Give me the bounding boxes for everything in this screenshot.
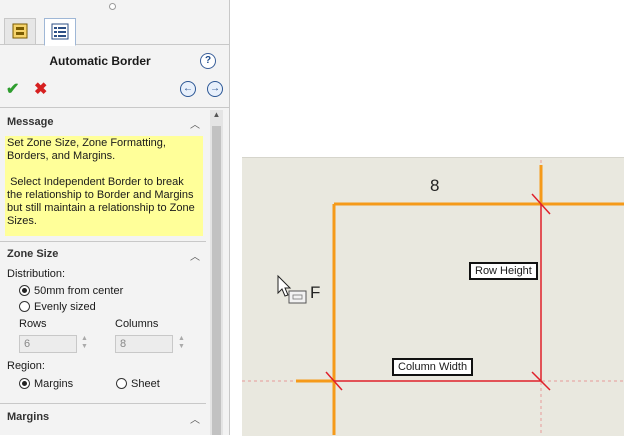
close-icon[interactable]: ✖	[34, 79, 47, 99]
region-option-label: Sheet	[131, 378, 160, 390]
message-heading: Message	[7, 116, 54, 128]
radio-margins[interactable]	[19, 378, 30, 389]
chevron-up-icon[interactable]: ︿	[190, 248, 200, 263]
radio-50mm-from-center[interactable]	[19, 285, 30, 296]
divider	[0, 403, 206, 404]
property-list-icon	[51, 23, 69, 40]
column-width-tag[interactable]: Column Width	[392, 358, 474, 376]
chevron-up-icon[interactable]: ︿	[190, 116, 200, 131]
radio-sheet[interactable]	[116, 378, 127, 389]
rows-input[interactable]: 6	[19, 335, 77, 353]
row-height-tag[interactable]: Row Height	[469, 262, 538, 280]
property-manager-panel: Automatic Border ? ✔ ✖ ← → ▲ Message ︿ S…	[0, 0, 230, 435]
margins-heading: Margins	[7, 411, 50, 423]
message-box: Set Zone Size, Zone Formatting, Borders,…	[5, 136, 203, 236]
divider	[0, 241, 206, 242]
radio-evenly-sized[interactable]	[19, 301, 30, 312]
option-label: 50mm from center	[34, 285, 124, 297]
distribution-label: Distribution:	[7, 268, 66, 280]
help-icon[interactable]: ?	[200, 53, 216, 69]
cursor-letter: F	[310, 283, 321, 302]
forward-arrow-icon[interactable]: →	[207, 81, 223, 97]
panel-grip-icon[interactable]	[109, 3, 116, 10]
cursor-badge-icon	[288, 290, 307, 304]
panel-tabs	[0, 16, 229, 46]
zone-number: 8	[430, 176, 440, 195]
columns-label: Columns	[115, 318, 159, 330]
drawing-canvas[interactable]: 8 Row Height Column Width F	[230, 0, 624, 436]
scroll-up-icon[interactable]: ▲	[210, 110, 223, 124]
columns-stepper-icon[interactable]: ▲ ▼	[177, 335, 186, 353]
option-label: Evenly sized	[34, 301, 96, 313]
columns-input[interactable]: 8	[115, 335, 173, 353]
tab-property-manager[interactable]	[44, 18, 76, 46]
check-icon[interactable]: ✔	[6, 79, 19, 99]
rows-stepper-icon[interactable]: ▲ ▼	[80, 335, 89, 353]
back-arrow-icon[interactable]: ←	[180, 81, 196, 97]
region-option-label: Margins	[34, 378, 74, 390]
tab-feature-manager[interactable]	[4, 18, 36, 44]
mouse-cursor-icon	[277, 274, 292, 297]
region-label: Region:	[7, 360, 45, 372]
zone-size-heading: Zone Size	[7, 248, 59, 260]
feature-tree-icon	[12, 23, 28, 39]
scrollbar-thumb[interactable]	[212, 126, 221, 435]
chevron-up-icon[interactable]: ︿	[190, 411, 200, 426]
rows-label: Rows	[19, 318, 47, 330]
panel-title: Automatic Border	[49, 54, 151, 68]
divider	[0, 107, 229, 108]
